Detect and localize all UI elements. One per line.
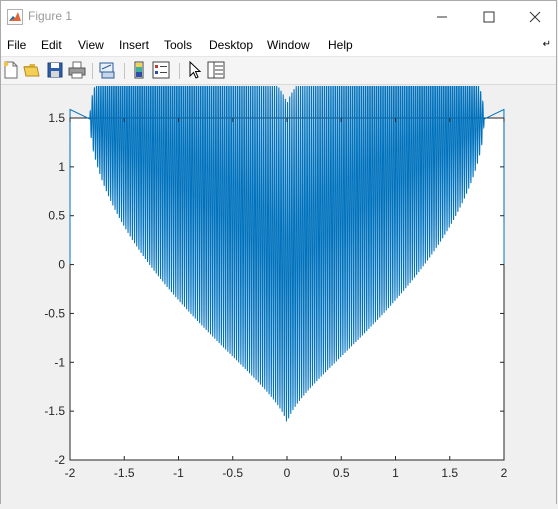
menu-window[interactable]: Window	[267, 38, 310, 52]
menu-tools[interactable]: Tools	[164, 38, 192, 52]
y-tick-label: 1.5	[48, 111, 65, 125]
save-figure-icon[interactable]	[46, 61, 64, 79]
menu-desktop[interactable]: Desktop	[209, 38, 253, 52]
menu-edit[interactable]: Edit	[41, 38, 62, 52]
menu-insert[interactable]: Insert	[119, 38, 149, 52]
maximize-icon	[483, 11, 495, 23]
y-tick-label: -2	[54, 453, 65, 467]
menu-help[interactable]: Help	[328, 38, 353, 52]
x-tick-label: 2	[501, 466, 508, 480]
y-tick-label: 0	[58, 258, 65, 272]
x-tick-label: -0.5	[222, 466, 243, 480]
insert-legend-icon[interactable]	[152, 61, 170, 79]
close-icon	[529, 11, 541, 23]
title-bar[interactable]: Figure 1	[1, 1, 556, 33]
menu-view[interactable]: View	[78, 38, 104, 52]
open-file-icon[interactable]	[23, 61, 41, 79]
y-tick-label: 0.5	[48, 209, 65, 223]
x-tick-label: 1	[392, 466, 399, 480]
matlab-logo-icon	[7, 9, 23, 25]
minimize-icon	[437, 16, 447, 18]
toolbar-separator	[124, 63, 125, 79]
menu-file[interactable]: File	[7, 38, 26, 52]
plot-svg: -2 -1.5 -1 -0.5 0 0.5 1 1.5 2 -2 -1.5 -1 -0.5 0 0.5 1 1…	[44, 33, 508, 480]
dock-arrow-icon[interactable]: ↵	[543, 39, 551, 50]
y-tick-label: -0.5	[44, 306, 65, 320]
figure-canvas: -2 -1.5 -1 -0.5 0 0.5 1 1.5 2 -2 -1.5 -1 -0.5 0 0.5 1 1…	[1, 33, 556, 504]
figure-window: Figure 1 File Edit View Insert Tools Des…	[0, 0, 557, 504]
x-tick-label: 0	[284, 466, 291, 480]
y-tick-label: -1.5	[44, 404, 65, 418]
figure-toolbar	[1, 57, 556, 85]
x-tick-label: -1	[173, 466, 184, 480]
insert-colorbar-icon[interactable]	[130, 61, 148, 79]
x-tick-label: 1.5	[441, 466, 458, 480]
y-tick-label: -1	[54, 355, 65, 369]
toolbar-separator	[92, 63, 93, 79]
menu-bar: File Edit View Insert Tools Desktop Wind…	[1, 33, 556, 57]
x-tick-label: -2	[65, 466, 76, 480]
link-plot-icon[interactable]	[98, 61, 116, 79]
print-figure-icon[interactable]	[68, 61, 86, 79]
minimize-button[interactable]	[419, 1, 465, 33]
y-tick-label: 1	[58, 160, 65, 174]
maximize-button[interactable]	[466, 1, 512, 33]
property-inspector-icon[interactable]	[207, 61, 225, 79]
x-tick-label: 0.5	[333, 466, 350, 480]
toolbar-separator	[179, 63, 180, 79]
x-tick-label: -1.5	[114, 466, 135, 480]
close-button[interactable]	[512, 1, 558, 33]
new-figure-icon[interactable]	[2, 61, 20, 79]
edit-plot-icon[interactable]	[186, 61, 204, 79]
window-title: Figure 1	[28, 9, 73, 23]
